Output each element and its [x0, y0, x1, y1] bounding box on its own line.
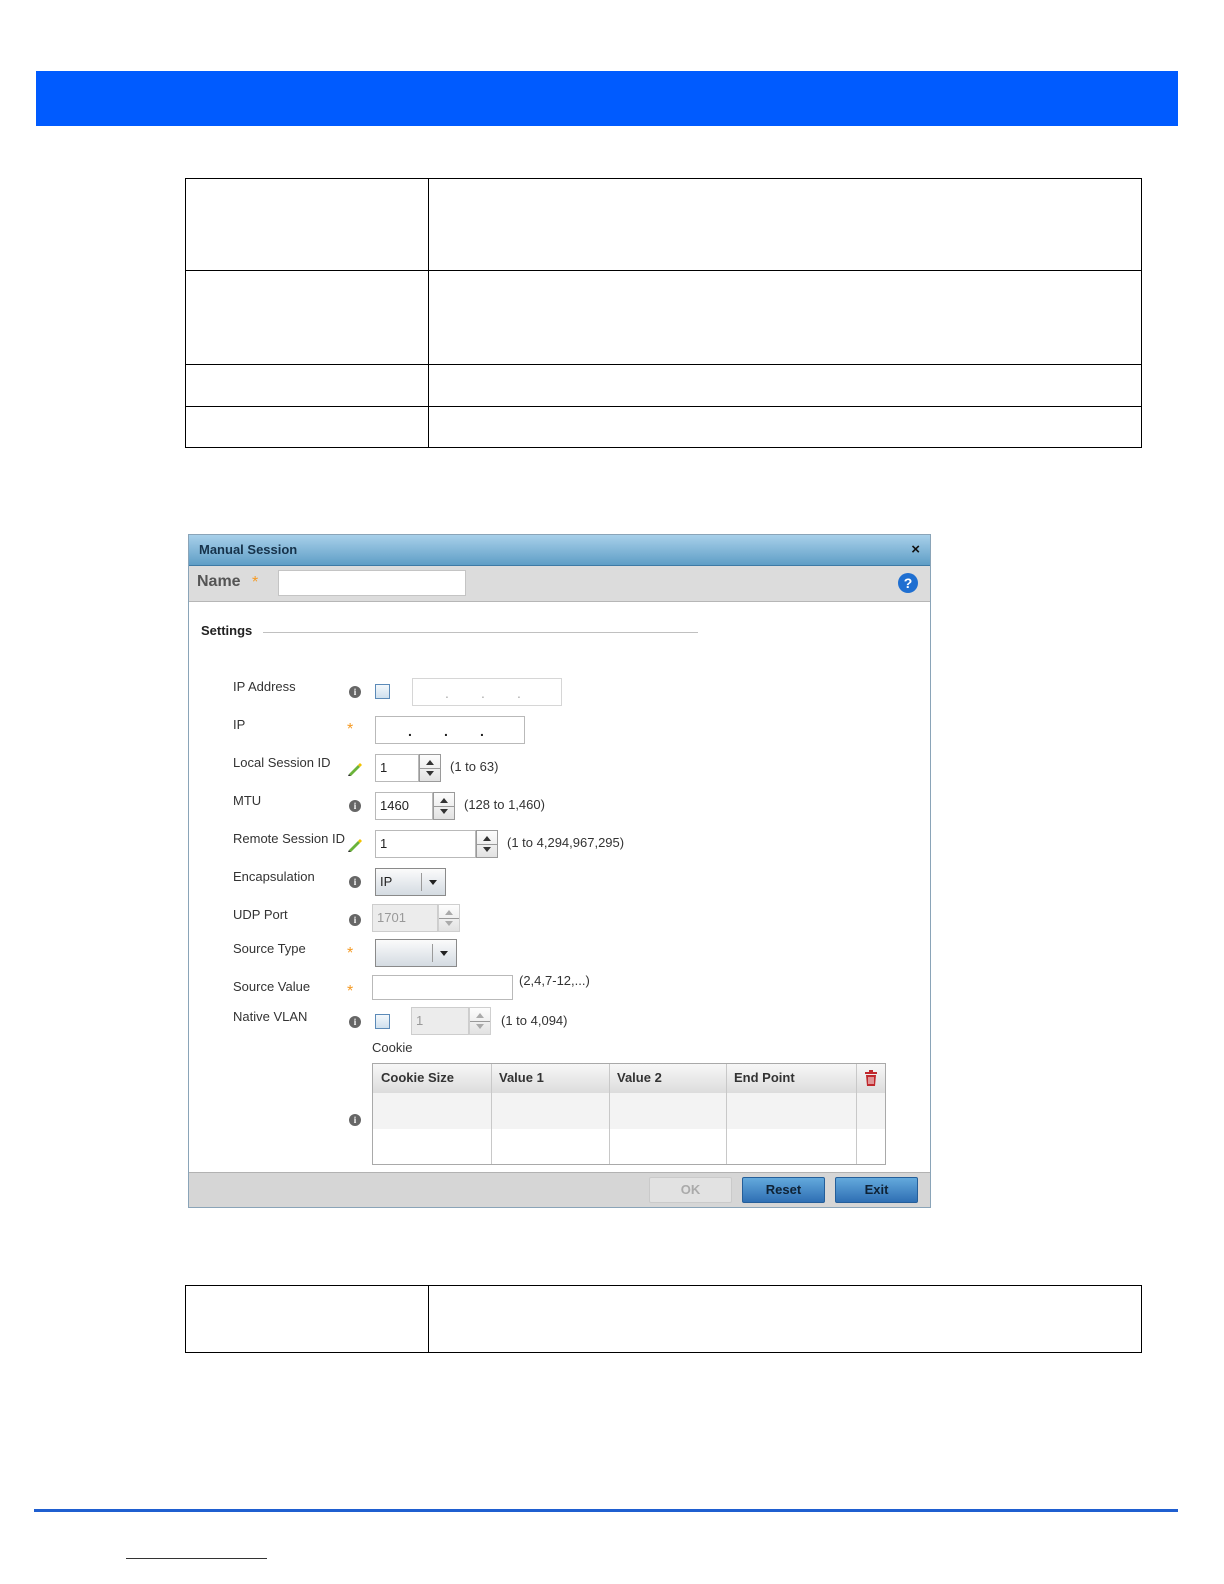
- mtu-spinner[interactable]: [433, 792, 455, 820]
- manual-session-dialog: Manual Session × Name * ? Settings IP Ad…: [188, 534, 931, 1208]
- encapsulation-label: Encapsulation: [233, 869, 315, 884]
- remote-session-id-input[interactable]: 1: [375, 830, 476, 858]
- ok-button[interactable]: OK: [649, 1177, 732, 1203]
- table-cell: [428, 364, 1142, 407]
- section-divider: [263, 632, 698, 633]
- column-header-cookie-size[interactable]: Cookie Size: [381, 1070, 454, 1085]
- udp-port-input[interactable]: 1701: [372, 904, 438, 932]
- description-table-top: [185, 178, 1142, 448]
- source-value-label: Source Value: [233, 979, 311, 994]
- local-session-id-spinner[interactable]: [419, 754, 441, 782]
- encapsulation-select[interactable]: IP: [375, 868, 446, 896]
- native-vlan-input[interactable]: 1: [411, 1007, 469, 1035]
- table-row[interactable]: [373, 1093, 885, 1129]
- name-bar: Name * ?: [189, 566, 930, 602]
- name-input[interactable]: [278, 570, 466, 596]
- required-star-icon: *: [252, 574, 259, 591]
- chevron-down-icon: [440, 951, 448, 956]
- local-session-id-range: (1 to 63): [450, 759, 499, 774]
- reset-button[interactable]: Reset: [742, 1177, 825, 1203]
- native-vlan-label: Native VLAN: [233, 1009, 308, 1024]
- ip-label: IP: [233, 717, 246, 732]
- udp-port-label: UDP Port: [233, 907, 288, 922]
- cookie-table: Cookie Size Value 1 Value 2 End Point: [372, 1063, 886, 1165]
- source-value-hint: (2,4,7-12,...): [519, 973, 590, 988]
- source-type-label: Source Type: [233, 941, 306, 956]
- info-icon: i: [349, 1114, 361, 1126]
- footer-link-underline: [126, 1558, 267, 1559]
- info-icon: i: [349, 800, 361, 812]
- encapsulation-value: IP: [380, 874, 393, 889]
- mtu-label: MTU: [233, 793, 262, 808]
- exit-button[interactable]: Exit: [835, 1177, 918, 1203]
- mtu-input[interactable]: 1460: [375, 792, 433, 820]
- pencil-override-icon: [348, 763, 362, 776]
- native-vlan-spinner[interactable]: [469, 1007, 491, 1035]
- table-cell: [428, 406, 1142, 448]
- help-icon[interactable]: ?: [898, 573, 918, 593]
- remote-session-id-spinner[interactable]: [476, 830, 498, 858]
- description-table-bottom: [185, 1285, 1142, 1353]
- column-header-value-2[interactable]: Value 2: [617, 1070, 662, 1085]
- mtu-range: (128 to 1,460): [464, 797, 545, 812]
- required-star-icon: *: [347, 945, 354, 962]
- table-cell: [185, 406, 429, 448]
- ip-address-label: IP Address: [233, 679, 296, 694]
- table-cell: [185, 364, 429, 407]
- close-icon[interactable]: ×: [911, 541, 920, 558]
- source-value-input[interactable]: [372, 975, 513, 1000]
- info-icon: i: [349, 914, 361, 926]
- dialog-title-bar: Manual Session ×: [189, 535, 930, 566]
- source-type-select[interactable]: [375, 939, 457, 967]
- chevron-down-icon: [429, 880, 437, 885]
- dialog-footer: OK Reset Exit: [189, 1172, 930, 1207]
- table-cell: [428, 1285, 1142, 1353]
- table-cell: [428, 178, 1142, 271]
- required-star-icon: *: [347, 721, 354, 738]
- required-star-icon: *: [347, 983, 354, 1000]
- trash-icon[interactable]: [864, 1070, 878, 1086]
- info-icon: i: [349, 686, 361, 698]
- column-header-end-point[interactable]: End Point: [734, 1070, 795, 1085]
- info-icon: i: [349, 1016, 361, 1028]
- header-banner: [36, 71, 1178, 126]
- table-cell: [185, 1285, 429, 1353]
- local-session-id-input[interactable]: 1: [375, 754, 419, 782]
- remote-session-id-range: (1 to 4,294,967,295): [507, 835, 625, 850]
- dialog-title: Manual Session: [199, 542, 298, 557]
- column-header-value-1[interactable]: Value 1: [499, 1070, 544, 1085]
- ip-address-input[interactable]: ...: [412, 678, 562, 706]
- ip-address-checkbox[interactable]: [375, 684, 390, 699]
- native-vlan-checkbox[interactable]: [375, 1014, 390, 1029]
- table-cell: [185, 178, 429, 271]
- info-icon: i: [349, 876, 361, 888]
- table-cell: [185, 270, 429, 365]
- pencil-override-icon: [348, 839, 362, 852]
- udp-port-spinner[interactable]: [438, 904, 460, 932]
- table-cell: [428, 270, 1142, 365]
- footer-rule: [34, 1509, 1178, 1512]
- cookie-label: Cookie: [372, 1040, 413, 1055]
- ip-input[interactable]: ...: [375, 716, 525, 744]
- settings-section-label: Settings: [201, 623, 253, 638]
- remote-session-id-label: Remote Session ID: [233, 831, 345, 846]
- native-vlan-range: (1 to 4,094): [501, 1013, 568, 1028]
- name-label: Name: [197, 573, 241, 590]
- local-session-id-label: Local Session ID: [233, 755, 331, 770]
